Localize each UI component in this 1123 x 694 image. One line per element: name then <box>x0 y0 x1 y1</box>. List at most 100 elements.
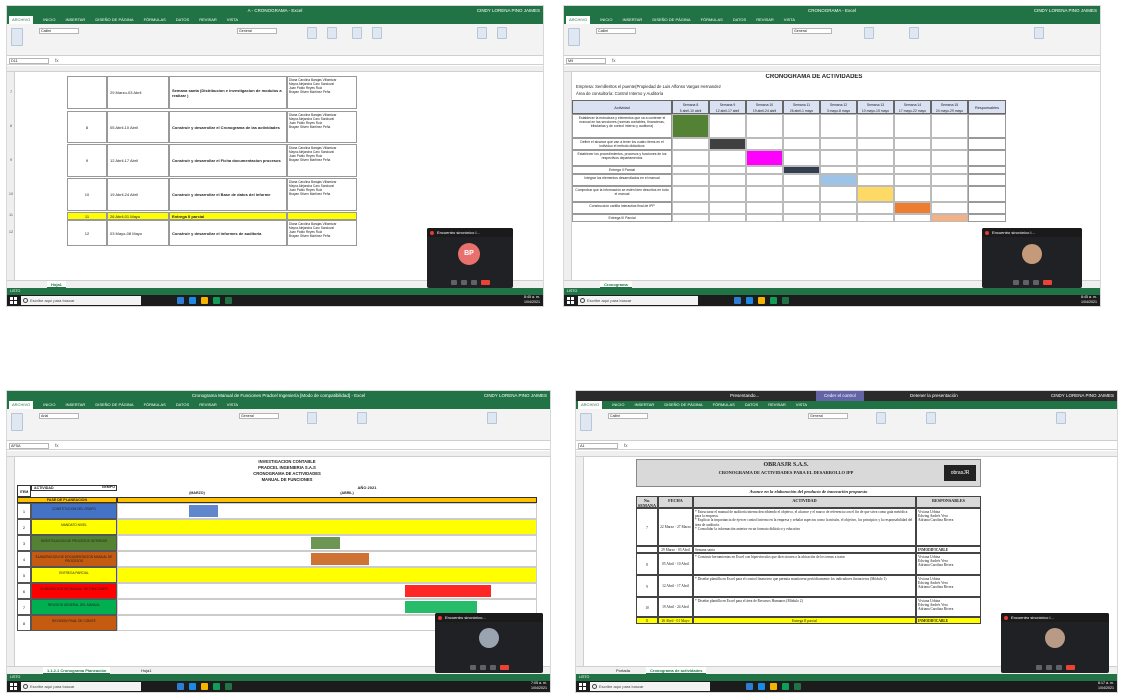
tab-insertar[interactable]: INSERTAR <box>634 401 654 409</box>
windows-start-icon[interactable] <box>10 297 17 304</box>
paste-button[interactable] <box>568 28 580 46</box>
delete-button[interactable] <box>372 27 382 39</box>
edge-icon[interactable] <box>189 683 196 690</box>
sheet-tab-portada[interactable]: Portada <box>612 667 634 674</box>
tab-inicio[interactable]: INICIO <box>612 401 624 409</box>
folder-icon[interactable] <box>201 297 208 304</box>
sort-button[interactable] <box>487 412 497 424</box>
sheet-tab-cronograma[interactable]: Cronograma de actividades <box>646 667 707 674</box>
tab-insertar[interactable]: INSERTAR <box>622 16 642 24</box>
hangup-icon[interactable] <box>480 280 490 285</box>
tab-inicio[interactable]: INICIO <box>43 16 55 24</box>
meeting-window[interactable]: Encuentro sincrónico... <box>435 613 543 673</box>
chrome-icon[interactable] <box>213 297 220 304</box>
tab-revisar[interactable]: REVISAR <box>768 401 786 409</box>
tab-archivo[interactable]: ARCHIVO <box>9 16 34 24</box>
explorer-icon[interactable] <box>177 683 184 690</box>
chrome-icon[interactable] <box>782 683 789 690</box>
excel-icon[interactable] <box>225 297 232 304</box>
tab-revisar[interactable]: REVISAR <box>199 401 217 409</box>
taskbar-search[interactable]: Escribe aquí para buscar <box>21 296 141 305</box>
folder-icon[interactable] <box>201 683 208 690</box>
explorer-icon[interactable] <box>177 297 184 304</box>
tab-formulas[interactable]: FÓRMULAS <box>701 16 723 24</box>
mic-icon[interactable] <box>1045 665 1052 670</box>
insert-button[interactable] <box>926 412 936 424</box>
tab-revisar[interactable]: REVISAR <box>199 16 217 24</box>
tab-datos[interactable]: DATOS <box>176 401 189 409</box>
paste-button[interactable] <box>580 413 592 431</box>
hangup-icon[interactable] <box>1042 280 1052 285</box>
number-format-select[interactable]: General <box>808 413 848 419</box>
tab-vista[interactable]: VISTA <box>227 16 238 24</box>
taskbar-search[interactable]: Escribe aquí para buscar <box>590 682 710 691</box>
find-button[interactable] <box>497 27 507 39</box>
sort-button[interactable] <box>1034 27 1044 39</box>
sheet-tab-cronograma[interactable]: Cronograma <box>600 281 632 288</box>
conditional-format-button[interactable] <box>864 27 874 39</box>
mic-icon[interactable] <box>460 280 467 285</box>
conditional-format-button[interactable] <box>876 412 886 424</box>
insert-button[interactable] <box>357 412 367 424</box>
tab-insertar[interactable]: INSERTAR <box>65 16 85 24</box>
explorer-icon[interactable] <box>746 683 753 690</box>
taskbar-search[interactable]: Escribe aquí para buscar <box>578 296 698 305</box>
share-icon[interactable] <box>470 280 477 285</box>
give-control-button[interactable]: Ceder el control <box>816 391 864 401</box>
tab-archivo[interactable]: ARCHIVO <box>566 16 591 24</box>
share-icon[interactable] <box>1032 280 1039 285</box>
font-select[interactable]: Calibri <box>596 28 636 34</box>
camera-icon[interactable] <box>1035 665 1042 670</box>
excel-icon[interactable] <box>225 683 232 690</box>
tab-vista[interactable]: VISTA <box>784 16 795 24</box>
name-box[interactable]: M9 <box>566 58 606 64</box>
name-box[interactable]: AF5A <box>9 443 49 449</box>
tab-datos[interactable]: DATOS <box>176 16 189 24</box>
share-icon[interactable] <box>489 665 496 670</box>
sheet-tab-cronograma[interactable]: 1.1.2.1 Cronograma Planeación <box>43 667 111 674</box>
clock[interactable]: 8:45 a. m. 1/04/2021 <box>524 295 540 305</box>
excel-icon[interactable] <box>782 297 789 304</box>
mic-icon[interactable] <box>1022 280 1029 285</box>
sort-button[interactable] <box>1056 412 1066 424</box>
edge-icon[interactable] <box>746 297 753 304</box>
tab-diseno[interactable]: DISEÑO DE PÁGINA <box>664 401 702 409</box>
mic-icon[interactable] <box>479 665 486 670</box>
tab-insertar[interactable]: INSERTAR <box>65 401 85 409</box>
name-box[interactable]: A1 <box>578 443 618 449</box>
folder-icon[interactable] <box>758 297 765 304</box>
tab-datos[interactable]: DATOS <box>745 401 758 409</box>
edge-icon[interactable] <box>189 297 196 304</box>
table-format-button[interactable] <box>327 27 337 39</box>
tab-archivo[interactable]: ARCHIVO <box>578 401 603 409</box>
tab-revisar[interactable]: REVISAR <box>756 16 774 24</box>
taskbar-search[interactable]: Escribe aquí para buscar <box>21 682 141 691</box>
sheet-tab-hoja1[interactable]: Hoja1 <box>137 667 155 674</box>
number-format-select[interactable]: General <box>237 28 277 34</box>
windows-start-icon[interactable] <box>567 297 574 304</box>
meeting-window[interactable]: Encuentro sincrónico l... <box>1001 613 1109 673</box>
insert-button[interactable] <box>352 27 362 39</box>
tab-inicio[interactable]: INICIO <box>600 16 612 24</box>
chrome-icon[interactable] <box>770 297 777 304</box>
tab-formulas[interactable]: FÓRMULAS <box>144 401 166 409</box>
tab-inicio[interactable]: INICIO <box>43 401 55 409</box>
tab-diseno[interactable]: DISEÑO DE PÁGINA <box>95 16 133 24</box>
tab-formulas[interactable]: FÓRMULAS <box>713 401 735 409</box>
tab-diseno[interactable]: DISEÑO DE PÁGINA <box>652 16 690 24</box>
camera-icon[interactable] <box>450 280 457 285</box>
hangup-icon[interactable] <box>1065 665 1075 670</box>
tab-archivo[interactable]: ARCHIVO <box>9 401 34 409</box>
sheet-tab-hoja1[interactable]: Hoja1 <box>47 281 66 288</box>
font-select[interactable]: Arial <box>39 413 79 419</box>
meeting-window[interactable]: Encuentro sincrónico l... <box>982 228 1082 288</box>
stop-presenting-button[interactable]: Detener la presentación <box>906 391 962 401</box>
chrome-icon[interactable] <box>213 683 220 690</box>
edge-icon[interactable] <box>758 683 765 690</box>
meeting-window[interactable]: Encuentro sincrónico l... BP <box>427 228 513 288</box>
tab-formulas[interactable]: FÓRMULAS <box>144 16 166 24</box>
windows-start-icon[interactable] <box>10 683 17 690</box>
conditional-format-button[interactable] <box>307 27 317 39</box>
tab-datos[interactable]: DATOS <box>733 16 746 24</box>
camera-icon[interactable] <box>1012 280 1019 285</box>
